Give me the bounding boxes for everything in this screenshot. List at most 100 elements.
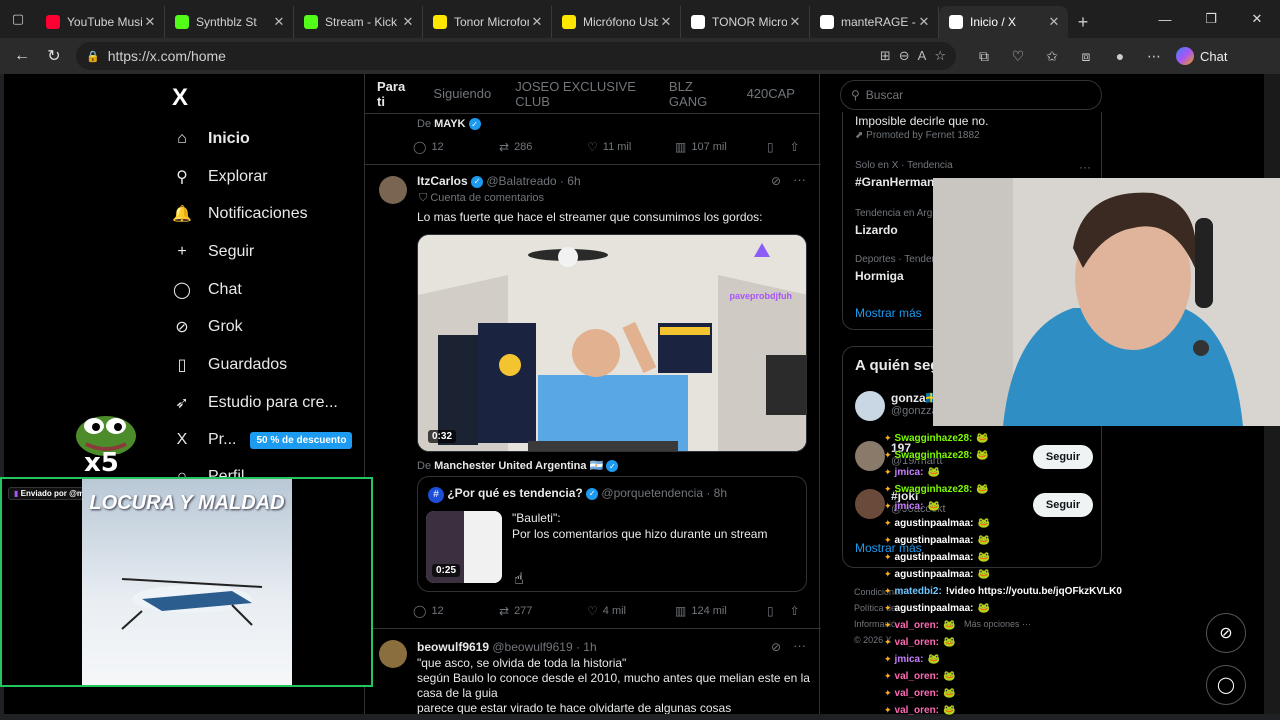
nav-item-pr[interactable]: X Pr... 50 % de descuento [172,427,353,453]
url-field[interactable]: 🔒 https://x.com/home ⊞ ⊖ A ☆ [76,42,956,70]
retweet-button[interactable]: ⇄ 286 [499,140,587,154]
avatar[interactable] [855,489,885,519]
share-icon[interactable]: ⇧ [790,604,800,618]
like-button[interactable]: ♡ 4 mil [587,604,675,618]
feed-tab[interactable]: 420CAP [747,86,795,101]
browser-tab[interactable]: Micrófono Usb ✕ [552,6,681,38]
nav-item-chat[interactable]: ◯ Chat [172,277,242,303]
chat-badge-icon: ✦ [884,569,892,579]
source-prefix: De [417,460,432,472]
site-info-icon[interactable]: 🔒 [86,50,100,63]
apps-icon[interactable]: ⊞ [880,48,891,64]
tweet-video[interactable]: paveprobdjfuh 0:32 [417,234,807,452]
browser-tab[interactable]: Tonor Microfon ✕ [423,6,552,38]
browser-tab[interactable]: Synthblz St ✕ [165,6,294,38]
nav-item-guardados[interactable]: ▯ Guardados [172,352,288,378]
copilot-chat-button[interactable]: Chat [1176,47,1227,65]
bookmark-icon[interactable]: ▯ [767,140,774,154]
x-logo[interactable]: X [172,84,188,112]
chat-badge-icon: ✦ [884,586,892,596]
trend-name: Hormiga [855,269,904,283]
minimize-icon[interactable]: — [1142,0,1188,38]
nav-item-notificaciones[interactable]: 🔔 Notificaciones [172,201,308,227]
close-tab-icon[interactable]: ✕ [658,14,674,30]
bookmark-icon[interactable]: ▯ [767,604,774,618]
search-input[interactable]: ⚲ Buscar [840,80,1102,110]
views-button[interactable]: ▥ 124 mil [675,604,767,618]
nav-item-inicio[interactable]: ⌂ Inicio [172,126,250,152]
more-menu-icon[interactable]: ⋯ [1140,42,1168,70]
close-tab-icon[interactable]: ✕ [787,14,803,30]
author-handle[interactable]: @beowulf9619 · 1h [492,640,596,654]
reply-button[interactable]: ◯ 12 [413,140,499,154]
messages-fab-icon[interactable]: ◯ [1206,665,1246,705]
retweet-button[interactable]: ⇄ 277 [499,604,587,618]
close-tab-icon[interactable]: ✕ [916,14,932,30]
grok-icon[interactable]: ⊘ [771,640,781,654]
nav-item-explorar[interactable]: ⚲ Explorar [172,164,267,190]
restore-icon[interactable]: ❐ [1188,0,1234,38]
nav-item-grok[interactable]: ⊘ Grok [172,314,242,340]
close-window-icon[interactable]: ✕ [1234,0,1280,38]
more-icon[interactable]: ··· [793,638,806,653]
browser-tab[interactable]: YouTube Music ✕ [36,6,165,38]
premium-discount-badge[interactable]: 50 % de descuento [250,431,353,449]
feed-tab[interactable]: Siguiendo [433,86,491,101]
share-icon[interactable]: ⇧ [790,140,800,154]
close-tab-icon[interactable]: ✕ [529,14,545,30]
chat-text: 🐸 [976,450,989,461]
quote-video-thumb[interactable]: 0:25 [426,511,502,583]
trend-item[interactable]: Tendencia en Arg Lizardo [855,208,932,237]
avatar[interactable] [855,441,885,471]
collections-icon[interactable]: ⧈ [1072,42,1100,70]
close-tab-icon[interactable]: ✕ [142,14,158,30]
favorites-icon[interactable]: ✩ [1038,42,1066,70]
browser-tab[interactable]: manteRAGE - 7✕ [810,6,939,38]
avatar[interactable] [855,391,885,421]
more-icon[interactable]: ··· [1079,160,1091,174]
more-icon[interactable]: ··· [793,172,806,187]
nav-item-seguir[interactable]: + Seguir [172,239,254,265]
source-name[interactable]: Manchester United Argentina 🇦🇷 [434,460,603,472]
grok-fab-icon[interactable]: ⊘ [1206,613,1246,653]
refresh-icon[interactable]: ↻ [38,41,70,71]
views-button[interactable]: ▥ 107 mil [675,140,767,154]
feed-tab[interactable]: Para ti [377,79,409,109]
feed-tab[interactable]: BLZ GANG [669,79,723,109]
profile-avatar-icon[interactable]: ● [1106,42,1134,70]
browser-tab[interactable]: Stream - Kick D✕ [294,6,423,38]
author-handle[interactable]: @Balatreado · 6h [486,174,580,188]
new-tab-button[interactable]: + [1068,6,1098,38]
zoom-icon[interactable]: ⊖ [899,48,910,64]
avatar[interactable] [379,640,407,668]
close-tab-icon[interactable]: ✕ [271,14,287,30]
author-name[interactable]: ItzCarlos [417,174,468,188]
verified-icon: ✓ [586,487,599,500]
read-aloud-icon[interactable]: A [918,48,927,64]
browser-tab[interactable]: Inicio / X ✕ [939,6,1068,38]
tab-actions-icon[interactable]: ▢ [0,0,36,38]
like-button[interactable]: ♡ 11 mil [587,140,675,154]
back-icon[interactable]: ← [6,41,38,71]
extensions-icon[interactable]: ⧉ [970,42,998,70]
chat-message: ✦ agustinpaalmaa: 🐸 [884,549,1154,566]
close-tab-icon[interactable]: ✕ [1046,14,1062,30]
chat-badge-icon: ✦ [884,450,892,460]
chat-username: jmica: [894,654,924,665]
nav-item-estudio-para-cre[interactable]: ➶ Estudio para cre... [172,390,338,416]
avatar[interactable] [379,176,407,204]
browser-tab[interactable]: TONOR Microfo✕ [681,6,810,38]
feed-tab[interactable]: JOSEO EXCLUSIVE CLUB [515,79,645,109]
source-name[interactable]: MAYK [434,118,465,130]
reply-button[interactable]: ◯ 12 [413,604,499,618]
performance-icon[interactable]: ♡ [1004,42,1032,70]
author-name[interactable]: beowulf9619 [417,640,489,654]
trend-item[interactable]: Deportes · Tenden Hormiga [855,254,937,283]
close-tab-icon[interactable]: ✕ [400,14,416,30]
favorite-star-icon[interactable]: ☆ [934,48,946,64]
quote-author-name[interactable]: ¿Por qué es tendencia? [447,486,582,500]
grok-icon[interactable]: ⊘ [771,174,781,188]
quoted-tweet[interactable]: # ¿Por qué es tendencia? ✓ @porquetenden… [417,476,807,592]
community-name[interactable]: Cuenta de comentarios [430,192,544,204]
show-more-link[interactable]: Mostrar más [855,306,922,320]
